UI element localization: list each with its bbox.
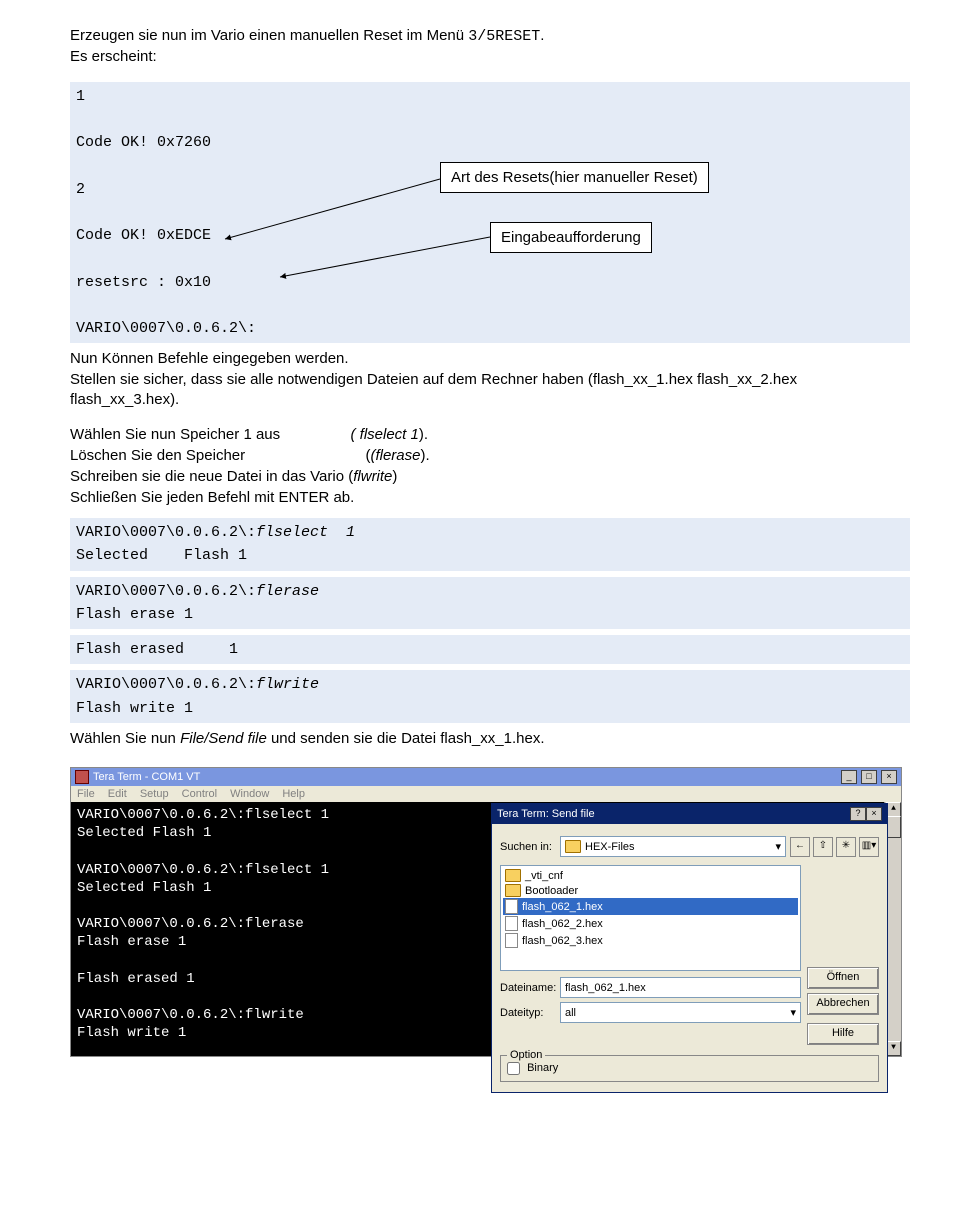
lookin-combo[interactable]: HEX-Files ▾: [560, 836, 786, 857]
folder-icon: [505, 884, 521, 897]
back-icon[interactable]: ←: [790, 837, 810, 857]
intro-dot: .: [540, 27, 544, 44]
app-icon: [75, 770, 89, 784]
file-icon: [505, 899, 518, 914]
dialog-help-button[interactable]: ?: [850, 807, 866, 821]
up-folder-icon[interactable]: ⇧: [813, 837, 833, 857]
folder-icon: [565, 840, 581, 853]
intro-text: Erzeugen sie nun im Vario einen manuelle…: [70, 27, 468, 44]
paragraph-send-file: Wählen Sie nun File/Send file und senden…: [70, 729, 910, 749]
code-block-1-container: 1 Code OK! 0x7260 2 Code OK! 0xEDCE rese…: [70, 82, 910, 344]
code-block-2d: VARIO\0007\0.0.6.2\:flwrite Flash write …: [70, 670, 910, 723]
code-block-2a: VARIO\0007\0.0.6.2\:flselect 1 Selected …: [70, 518, 910, 571]
filename-label: Dateiname:: [500, 982, 560, 994]
scroll-thumb[interactable]: [886, 816, 901, 838]
menu-file[interactable]: File: [77, 788, 95, 800]
dialog-title: Tera Term: Send file: [497, 808, 595, 820]
menu-help[interactable]: Help: [282, 788, 305, 800]
code-block-1: 1 Code OK! 0x7260 2 Code OK! 0xEDCE rese…: [70, 82, 910, 344]
lookin-value: HEX-Files: [585, 841, 635, 853]
open-button[interactable]: Öffnen: [807, 967, 879, 989]
list-item[interactable]: _vti_cnf: [503, 868, 798, 883]
intro-line2: Es erscheint:: [70, 48, 157, 65]
option-group-label: Option: [507, 1049, 545, 1061]
teraterm-screenshot: Tera Term - COM1 VT _ □ × File Edit Setu…: [70, 767, 902, 1057]
list-item[interactable]: Bootloader: [503, 883, 798, 898]
dialog-close-button[interactable]: ×: [866, 807, 882, 821]
help-button[interactable]: Hilfe: [807, 1023, 879, 1045]
scroll-down-icon[interactable]: ▼: [886, 1041, 901, 1056]
lookin-label: Suchen in:: [500, 841, 560, 853]
menu-bar: File Edit Setup Control Window Help: [71, 786, 901, 802]
paragraph-commands-info: Nun Können Befehle eingegeben werden. St…: [70, 349, 910, 410]
callout-reset-type: Art des Resets(hier manueller Reset): [440, 162, 709, 193]
filename-field[interactable]: flash_062_1.hex: [560, 977, 801, 998]
file-list[interactable]: _vti_cnf Bootloader flash_062_1.hex flas…: [500, 865, 801, 971]
scroll-up-icon[interactable]: ▲: [886, 802, 901, 817]
menu-setup[interactable]: Setup: [140, 788, 169, 800]
filetype-label: Dateityp:: [500, 1007, 560, 1019]
callout-prompt: Eingabeaufforderung: [490, 222, 652, 253]
option-group: Option Binary: [500, 1055, 879, 1082]
dialog-titlebar: Tera Term: Send file ? ×: [492, 804, 887, 824]
maximize-button[interactable]: □: [861, 770, 877, 784]
code-block-2b: VARIO\0007\0.0.6.2\:flerase Flash erase …: [70, 577, 910, 630]
list-item-selected[interactable]: flash_062_1.hex: [503, 898, 798, 915]
view-menu-icon[interactable]: ▥▾: [859, 837, 879, 857]
binary-checkbox[interactable]: [507, 1062, 520, 1075]
binary-checkbox-label[interactable]: Binary: [507, 1062, 558, 1074]
window-title: Tera Term - COM1 VT: [93, 771, 200, 783]
chevron-down-icon: ▾: [790, 1006, 796, 1019]
send-file-dialog: Tera Term: Send file ? × Suchen in: HEX-…: [491, 803, 888, 1093]
file-icon: [505, 916, 518, 931]
file-icon: [505, 933, 518, 948]
minimize-button[interactable]: _: [841, 770, 857, 784]
intro-paragraph: Erzeugen sie nun im Vario einen manuelle…: [70, 26, 910, 68]
menu-control[interactable]: Control: [182, 788, 217, 800]
menu-window[interactable]: Window: [230, 788, 269, 800]
code-block-2c: Flash erased 1: [70, 635, 910, 664]
new-folder-icon[interactable]: ✳: [836, 837, 856, 857]
list-item[interactable]: flash_062_3.hex: [503, 932, 798, 949]
intro-code: 3/5RESET: [468, 28, 540, 45]
chevron-down-icon: ▾: [775, 840, 781, 853]
filetype-combo[interactable]: all▾: [560, 1002, 801, 1023]
folder-icon: [505, 869, 521, 882]
menu-edit[interactable]: Edit: [108, 788, 127, 800]
cancel-button[interactable]: Abbrechen: [807, 993, 879, 1015]
list-item[interactable]: flash_062_2.hex: [503, 915, 798, 932]
steps-block: Wählen Sie nun Speicher 1 aus ( flselect…: [70, 424, 910, 508]
close-button[interactable]: ×: [881, 770, 897, 784]
window-titlebar: Tera Term - COM1 VT _ □ ×: [71, 768, 901, 786]
